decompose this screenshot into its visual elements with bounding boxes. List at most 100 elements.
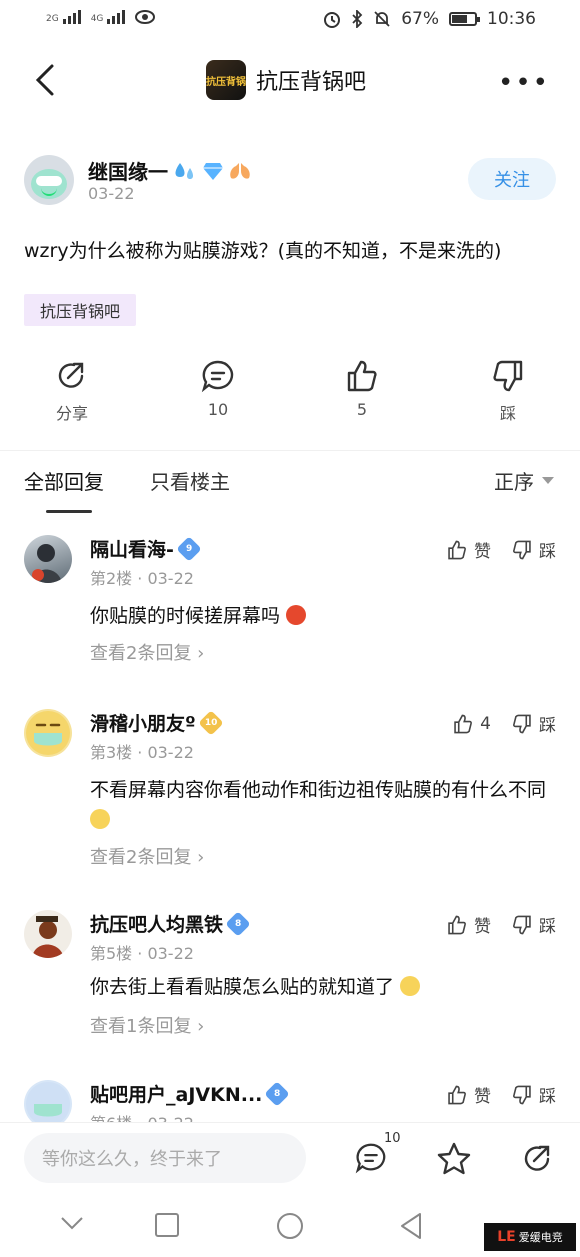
reply-input[interactable]: 等你这么久，终于来了 [24,1133,306,1183]
comment-text: 你贴膜的时候搓屏幕吗 [90,601,550,631]
post-body: wzry为什么被称为贴膜游戏？(真的不知道，不是来洗的) [24,240,502,262]
level-badge-icon: 9 [176,535,202,562]
share-label: 分享 [55,404,88,423]
comment-like-button[interactable]: 赞 [446,1082,491,1107]
share-icon[interactable] [520,1141,556,1177]
commenter-name: 贴吧用户_aJVKN... [90,1084,263,1106]
comment-actions: 赞 踩 [446,1082,556,1107]
commenter-name-row[interactable]: 滑稽小朋友º 10 [90,709,224,736]
network-type-label-2: 4G [90,14,104,24]
post-actions: 分享 10 5 踩 [0,358,580,428]
forum-header[interactable]: 抗压背锅 抗压背锅吧 [206,60,366,100]
commenter-name: 隔山看海- [90,539,174,561]
comment-count-badge: 10 [384,1131,401,1146]
back-arrow-icon[interactable] [30,62,64,98]
status-bar: 2G 4G 67% 10:36 [0,0,580,44]
dislike-label: 踩 [539,716,556,736]
forum-logo: 抗压背锅 [206,60,246,100]
share-button[interactable]: 分享 [32,358,112,424]
more-menu-icon[interactable]: ••• [498,68,550,98]
comment-meta: 第3楼 · 03-22 [90,743,194,762]
recents-square-icon[interactable] [154,1212,180,1238]
droplets-icon [175,162,193,179]
chevron-down-icon [542,477,554,484]
reply-bar: 等你这么久，终于来了 10 [0,1122,580,1198]
tab-owner-only[interactable]: 只看楼主 [150,466,230,495]
comment-icon[interactable] [354,1141,388,1175]
sort-dropdown[interactable]: 正序 [494,466,554,495]
home-circle-icon[interactable] [276,1212,304,1240]
reply-placeholder: 等你这么久，终于来了 [42,1149,222,1170]
comment-actions: 赞 踩 [446,537,556,562]
post-date: 03-22 [88,184,135,203]
commenter-avatar[interactable] [24,709,72,757]
thumbs-down-icon [513,714,531,733]
sort-label: 正序 [494,470,534,494]
thumbs-up-icon [448,1085,466,1104]
angry-emoji-icon [286,605,307,625]
signal-icon: 2G [46,10,81,24]
level-badge-icon: 8 [264,1080,291,1107]
comment-item: 滑稽小朋友º 10 第3楼 · 03-22 不看屏幕内容你看他动作和街边祖传贴膜… [24,709,556,879]
comment-meta: 第5楼 · 03-22 [90,944,194,963]
eye-icon [135,10,156,24]
thumbs-down-icon [513,540,531,559]
like-button[interactable]: 5 [322,358,402,419]
dislike-label: 踩 [499,404,516,423]
tab-all-replies[interactable]: 全部回复 [24,466,104,495]
alarm-icon [324,12,341,28]
top-header: 抗压背锅 抗压背锅吧 ••• [0,50,580,112]
view-replies-link[interactable]: 查看2条回复 › [90,843,204,869]
comment-like-button[interactable]: 赞 [446,912,491,937]
comment-like-button[interactable]: 赞 [446,537,491,562]
comment-button[interactable]: 10 [178,358,258,419]
back-triangle-icon[interactable] [398,1212,424,1240]
dislike-label: 踩 [539,917,556,937]
system-nav-bar: LE 爱缓电竞 [0,1198,580,1257]
thumbs-down-icon [513,1085,531,1104]
commenter-avatar[interactable] [24,535,72,583]
thumbs-up-icon [347,360,377,392]
bluetooth-icon [352,10,363,28]
commenter-name: 滑稽小朋友º [90,713,196,735]
chevron-down-icon[interactable] [60,1216,84,1230]
view-replies-link[interactable]: 查看1条回复 › [90,1012,204,1038]
lungs-icon [230,162,250,179]
author-avatar[interactable] [24,155,74,205]
thumbs-up-icon [448,915,466,934]
level-badge-icon: 8 [225,910,251,937]
mute-icon [374,11,390,27]
comment-dislike-button[interactable]: 踩 [511,711,556,736]
commenter-name-row[interactable]: 隔山看海- 9 [90,535,202,562]
level-badge-icon: 10 [197,709,224,736]
commenter-avatar[interactable] [24,910,72,958]
comment-like-button[interactable]: 4 [452,713,491,735]
thumbs-down-icon [493,360,523,392]
comment-dislike-button[interactable]: 踩 [511,537,556,562]
comment-icon [201,360,234,393]
battery-percent: 67% [401,9,439,29]
surprised-emoji-icon [400,976,421,996]
dislike-label: 踩 [539,542,556,562]
comment-item: 贴吧用户_aJVKN... 8 第6楼 · 03-22 赞 踩 [24,1080,556,1122]
like-count: 4 [480,713,491,734]
forum-tag[interactable]: 抗压背锅吧 [24,294,137,326]
commenter-name-row[interactable]: 贴吧用户_aJVKN... 8 [90,1080,291,1107]
follow-button[interactable]: 关注 [468,158,556,200]
like-label: 赞 [474,542,491,562]
commenter-name-row[interactable]: 抗压吧人均黑铁 8 [90,910,251,937]
commenter-avatar[interactable] [24,1080,72,1122]
comment-item: 抗压吧人均黑铁 8 第5楼 · 03-22 你去街上看看贴膜怎么贴的就知道了 查… [24,910,556,1050]
star-icon[interactable] [436,1141,472,1177]
comment-dislike-button[interactable]: 踩 [511,912,556,937]
divider [0,450,580,451]
comment-meta: 第6楼 · 03-22 [90,1110,194,1122]
comment-dislike-button[interactable]: 踩 [511,1082,556,1107]
battery-icon [449,12,480,26]
view-replies-link[interactable]: 查看2条回复 › [90,639,204,665]
commenter-name: 抗压吧人均黑铁 [90,914,224,936]
thumbs-up-icon [454,714,473,733]
author-name-row[interactable]: 继国缘一 [88,156,252,185]
share-icon [58,362,84,388]
dislike-button[interactable]: 踩 [468,358,548,424]
